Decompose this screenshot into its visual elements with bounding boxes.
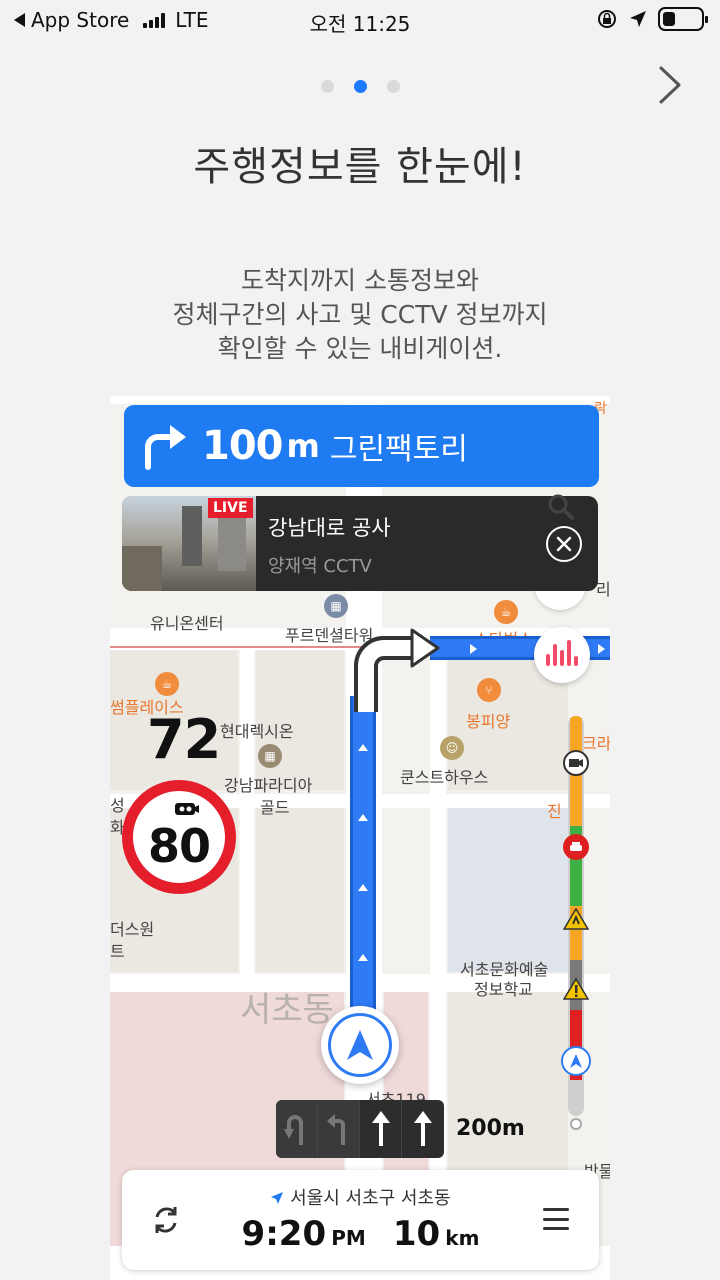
page-description: 도착지까지 소통정보와 정체구간의 사고 및 CCTV 정보까지 확인할 수 있…: [0, 264, 720, 366]
accident-marker-icon[interactable]: [563, 834, 589, 860]
building-poi-icon: ▦: [324, 594, 348, 618]
map-label-paradise-1: 강남파라디아: [224, 776, 313, 795]
map-label-cra: 크라: [582, 734, 610, 753]
cctv-marker-icon[interactable]: [563, 750, 589, 776]
map-label-hyundai: 현대렉시온: [220, 722, 294, 741]
lane-straight-icon: [360, 1100, 402, 1158]
speed-limit-value: 80: [147, 819, 211, 873]
turn-right-route-arrow-icon: [354, 628, 440, 712]
map-label-bongpiyang: 봉피양: [466, 712, 511, 731]
eta-row: 9:20 PM 10 km: [122, 1214, 599, 1254]
arrival-period: PM: [331, 1226, 366, 1250]
traffic-graph-icon[interactable]: [534, 627, 590, 683]
lane-uturn-icon: [276, 1100, 318, 1158]
page-title: 주행정보를 한눈에!: [193, 144, 527, 190]
speed-limit-sign: 80: [122, 780, 236, 894]
construction-warning-icon[interactable]: [563, 906, 589, 932]
current-speed: 72: [147, 708, 221, 771]
map-label-art-school-2: 정보학교: [474, 980, 533, 999]
status-bar: App Store LTE 오전 11:25: [0, 0, 720, 40]
building-poi-icon: ▦: [258, 744, 282, 768]
trip-summary-card: 서울시 서초구 서초동 9:20 PM 10 km: [122, 1170, 599, 1270]
status-right: [596, 7, 708, 31]
cafe-poi-icon: ☕: [494, 600, 518, 624]
search-icon[interactable]: [546, 492, 576, 522]
incident-source: 양재역 CCTV: [268, 556, 372, 577]
chevron-right-icon[interactable]: [658, 66, 682, 104]
turn-distance-unit: m: [286, 427, 320, 465]
my-location-marker[interactable]: [321, 1006, 399, 1084]
rotation-lock-icon: [598, 10, 616, 28]
arrival-time: 9:20: [241, 1214, 327, 1254]
culture-poi-icon: ☺: [440, 736, 464, 760]
remaining-distance-unit: km: [445, 1226, 480, 1250]
cafe-poi-icon: ☕: [155, 672, 179, 696]
map-label-jinsu: 진: [547, 802, 562, 821]
current-location-text: 서울시 서초구 서초동: [290, 1188, 451, 1209]
page-dot-2[interactable]: [353, 80, 367, 93]
map-label-paradise-2: 골드: [260, 798, 290, 817]
page-indicator: [0, 80, 720, 93]
close-icon[interactable]: [546, 526, 582, 562]
map-label-dersone-1: 더스원: [110, 920, 155, 939]
turn-instruction-banner: 100 m 그린팩토리: [124, 405, 599, 487]
restaurant-poi-icon: ⑂: [477, 678, 501, 702]
location-arrow-icon: [271, 1192, 284, 1204]
incident-title: 강남대로 공사: [268, 516, 391, 540]
lane-straight-icon: [402, 1100, 444, 1158]
page-dot-1[interactable]: [320, 80, 334, 93]
map-label-dersone-2: 트: [110, 942, 125, 961]
progress-current-position-icon: [561, 1046, 591, 1076]
remaining-distance: 10: [392, 1214, 441, 1254]
turn-right-arrow-icon: [145, 425, 186, 470]
turn-destination: 그린팩토리: [329, 432, 468, 467]
caution-warning-icon[interactable]: [563, 976, 589, 1002]
description-line-2: 정체구간의 사고 및 CCTV 정보까지: [172, 300, 548, 329]
battery-icon: [658, 7, 708, 31]
page-dot-3[interactable]: [386, 80, 400, 93]
current-location-row: 서울시 서초구 서초동: [122, 1184, 599, 1210]
description-line-3: 확인할 수 있는 내비게이션.: [217, 334, 503, 363]
lane-distance: 200m: [456, 1116, 525, 1141]
menu-icon[interactable]: [543, 1208, 569, 1230]
route-start-dot: [570, 1118, 582, 1130]
live-badge: LIVE: [208, 498, 253, 518]
location-services-icon: [630, 11, 646, 27]
live-cctv-card[interactable]: LIVE 강남대로 공사 양재역 CCTV: [122, 496, 598, 591]
location-arrow-icon: [347, 1030, 373, 1060]
map-label-union-center: 유니온센터: [150, 614, 224, 633]
description-line-1: 도착지까지 소통정보와: [241, 266, 479, 295]
map-label-ri: 리: [596, 580, 610, 599]
turn-distance: 100: [202, 423, 283, 469]
lane-left-turn-icon: [318, 1100, 360, 1158]
speed-camera-icon: [175, 803, 199, 815]
map-label-seocho-dong: 서초동: [240, 990, 334, 1030]
map-label-seong: 성: [110, 796, 125, 815]
lane-guidance: [276, 1100, 444, 1158]
map-label-queens: 쿤스트하우스: [400, 768, 489, 787]
